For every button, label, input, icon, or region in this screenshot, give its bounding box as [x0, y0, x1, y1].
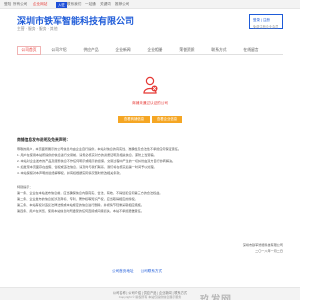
nav-item-message[interactable]: 在线留言 [239, 46, 263, 55]
login-register-link[interactable]: 登录 | 注册 [253, 18, 270, 23]
nav-item-news[interactable]: 企业新闻 [111, 46, 135, 55]
topbar-join-badge[interactable]: 入驻 [56, 1, 67, 8]
disclaimer-paragraph: 2. 本站对企业发布的产品及服务信息不作任何明示或暗示的担保，交易过程中产生的一… [17, 159, 176, 163]
company-tags: 主营 · 服务 · 服务 · 其他 [17, 27, 58, 31]
topbar-link-contact[interactable]: 联系我们 [67, 2, 81, 7]
disclaimer-paragraph: 第三条、本站有权对违反法律法规或本站规定的信息进行删除，并视情节轻重采取相应措施… [17, 203, 144, 207]
bottom-link-contact[interactable]: 公司联系方式 [141, 269, 163, 273]
nav-item-honors[interactable]: 荣誉资质 [175, 46, 199, 55]
disclaimer-date: 二〇一八年一月二日 [255, 249, 283, 253]
disclaimer-title: 商铺信息发布说明及免责声明： [17, 138, 71, 142]
view-shop-info-button[interactable]: 查看商铺信息 [118, 116, 150, 123]
nav-item-contact[interactable]: 联系方式 [207, 46, 231, 55]
nav-item-products[interactable]: 供应产品 [79, 46, 103, 55]
disclaimer-section: 商铺信息发布说明及免责声明： 尊敬的用户，本页面所展示的公司信息均由企业自行提供… [17, 138, 283, 256]
disclaimer-paragraph: 4. 本站保留对本声明的最终解释权，并有权根据实际情况随时修改相关条款。 [17, 171, 123, 175]
disclaimer-paragraph: 尊敬的用户，本页面所展示的公司信息均由企业自行提供，本站对信息的真实性、准确性及… [17, 147, 181, 151]
view-company-info-button[interactable]: 查看企业信息 [152, 116, 182, 123]
topbar-link-login[interactable]: 登陆 [4, 2, 11, 7]
unverified-notice: 商铺未通过认证的公司 [132, 101, 168, 105]
nav-item-album[interactable]: 企业相册 [143, 46, 167, 55]
nav-item-about[interactable]: 公司介绍 [47, 46, 71, 55]
topbar-link-keywords[interactable]: 关键词 [100, 2, 111, 7]
disclaimer-paragraph: 第二条、企业发布的信息如涉及商标、专利、著作权等知识产权，应当取得相应的授权。 [17, 197, 138, 201]
login-box[interactable]: 登录 | 注册 免费注册企业会员 [249, 14, 283, 29]
footer: 公司名称 | 公司介绍 | 供应产品 | 企业新闻 | 联系方式 Copyrig… [0, 287, 300, 300]
topbar-link-all-companies[interactable]: 所有公司 [13, 2, 27, 7]
company-name: 深圳市铁军智能科技有限公司 [17, 16, 135, 26]
bottom-links: 公司首页地址 公司联系方式 [112, 269, 168, 274]
topbar-link-one-stop[interactable]: 一站通 [85, 2, 96, 7]
topbar-link-enterprise-site[interactable]: 企业网站 [33, 2, 47, 7]
unverified-user-icon [143, 76, 158, 94]
disclaimer-paragraph: 3. 如发现本页面存在虚假、侵权或违法信息，请及时与我们联系，我们将在核实后第一… [17, 165, 157, 169]
disclaimer-paragraph: 第四条、用户在浏览、使用本站信息时所遭受的任何直接或间接损失，本站不承担赔偿责任… [17, 209, 144, 213]
nav-item-home[interactable]: 公司首页 [17, 46, 41, 55]
topbar-link-recommended[interactable]: 推荐公司 [115, 2, 129, 7]
disclaimer-paragraph: 1. 用户在使用本站所提供的信息进行交易前，请务必核实对方的资质证明及相关信息，… [17, 153, 157, 157]
site-watermark: 玖发网 [200, 291, 232, 300]
free-register-text: 免费注册企业会员 [253, 24, 279, 29]
disclaimer-signature: 深圳市铁军智能科技有限公司 [242, 243, 283, 247]
bottom-link-home[interactable]: 公司首页地址 [112, 269, 134, 273]
disclaimer-paragraph: 第一条、企业在本站发布信息前，应当确保信息内容真实、合法、有效，不得侵犯任何第三… [17, 191, 163, 195]
top-bar: 登陆 所有公司 企业网站 入驻 联系我们 一站通 关键词 推荐公司 [0, 0, 300, 9]
disclaimer-paragraph: 特别提示： [17, 185, 33, 189]
main-nav: 公司首页 公司介绍 供应产品 企业新闻 企业相册 荣誉资质 联系方式 在线留言 [17, 46, 283, 55]
footer-copyright: Copyright © 版权所有 本站仅提供信息展示服务 [118, 295, 182, 299]
